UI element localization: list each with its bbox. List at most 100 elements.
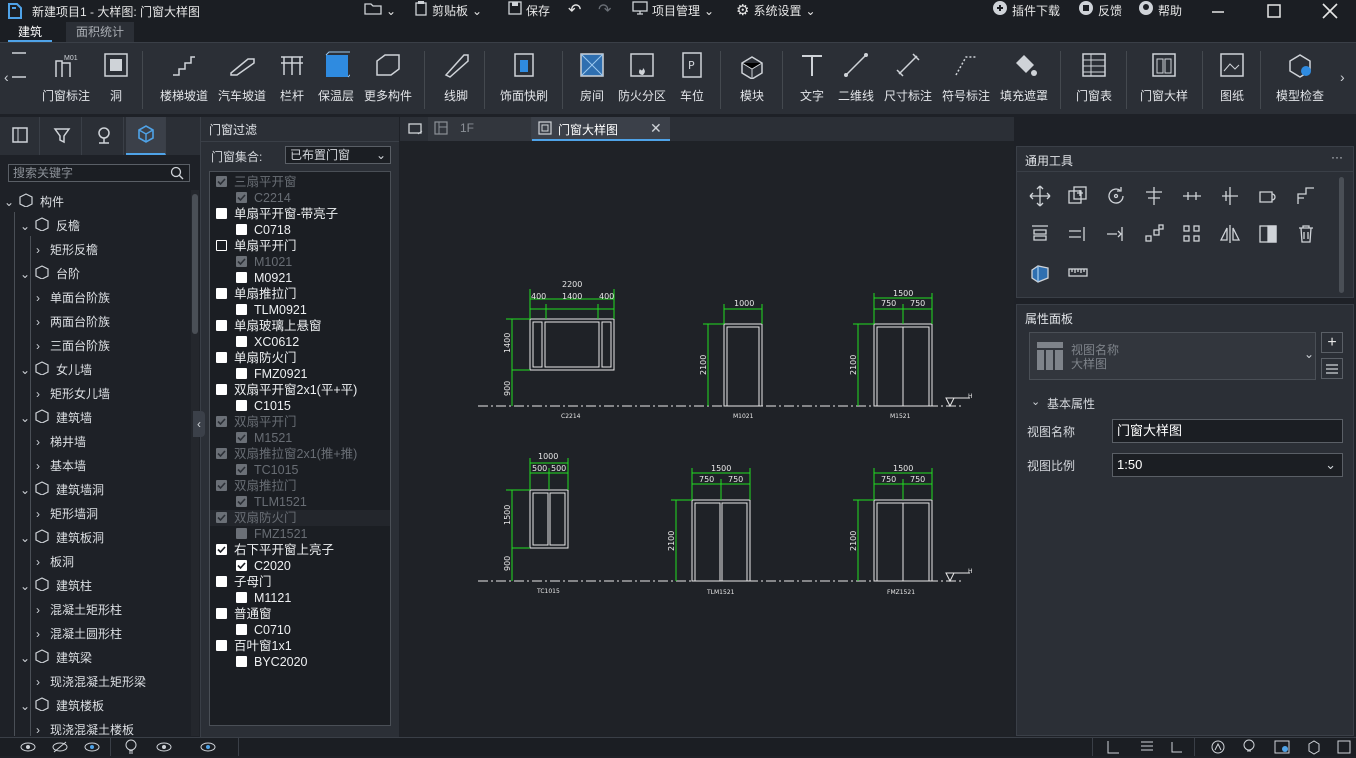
checkbox[interactable] <box>216 448 227 459</box>
chevron-down-icon[interactable]: ⌄ <box>20 358 34 382</box>
checkbox[interactable] <box>216 416 227 427</box>
door-window-code[interactable]: BYC2020 <box>254 654 308 670</box>
basic-properties-section[interactable]: 基本属性 <box>1047 395 1095 412</box>
text-button[interactable]: 文字 <box>796 49 828 111</box>
checkbox[interactable] <box>236 400 247 411</box>
checkbox[interactable] <box>216 288 227 299</box>
delete-icon[interactable] <box>1293 221 1319 247</box>
checkbox[interactable] <box>236 336 247 347</box>
chevron-right-icon[interactable]: › <box>36 334 50 358</box>
chevron-right-icon[interactable]: › <box>36 430 50 454</box>
checkbox[interactable] <box>216 608 227 619</box>
chevron-right-icon[interactable]: › <box>36 622 50 646</box>
tree-leaf[interactable]: › 三面台阶族 <box>36 334 110 358</box>
minimize-button[interactable] <box>1198 0 1238 22</box>
chevron-right-icon[interactable]: › <box>36 310 50 334</box>
align-left-icon[interactable] <box>1141 183 1167 209</box>
chevron-down-icon[interactable]: ⌄ <box>1031 395 1040 408</box>
chevron-down-icon[interactable]: ⌄ <box>20 214 34 238</box>
tree-category[interactable]: ⌄ 建筑柱 <box>20 574 92 598</box>
checkbox[interactable] <box>216 320 227 331</box>
checkbox[interactable] <box>236 496 247 507</box>
clipboard-menu[interactable]: 剪贴板 ⌄ <box>414 0 482 22</box>
tools-scrollbar[interactable] <box>1339 177 1344 293</box>
checkbox[interactable] <box>216 208 227 219</box>
chevron-down-icon[interactable]: ⌄ <box>20 646 34 670</box>
insulation-button[interactable]: 保温层 <box>314 49 358 111</box>
search-icon[interactable] <box>170 166 184 183</box>
help-button[interactable]: 帮助 <box>1138 0 1182 22</box>
rotate-icon[interactable] <box>1103 183 1129 209</box>
checkbox[interactable] <box>236 464 247 475</box>
chevron-down-icon[interactable]: ⌄ <box>20 478 34 502</box>
chevron-right-icon[interactable]: › <box>36 454 50 478</box>
car-ramp-button[interactable]: 汽车坡道 <box>216 49 268 111</box>
chevron-right-icon[interactable]: › <box>36 598 50 622</box>
tree-leaf[interactable]: › 矩形反檐 <box>36 238 98 262</box>
chevron-right-icon[interactable]: › <box>36 670 50 694</box>
door-window-code[interactable]: M1021 <box>254 254 292 270</box>
door-window-code[interactable]: TLM1521 <box>254 494 307 510</box>
checkbox[interactable] <box>216 480 227 491</box>
2d-line-button[interactable]: 二维线 <box>834 49 878 111</box>
door-window-type[interactable]: 双扇防火门 <box>234 510 297 526</box>
tree-leaf[interactable]: › 矩形墙洞 <box>36 502 98 526</box>
split-icon[interactable] <box>1065 221 1091 247</box>
door-window-type[interactable]: 双扇平开门 <box>234 414 297 430</box>
dimension-button[interactable]: 尺寸标注 <box>882 49 934 111</box>
checkbox[interactable] <box>236 304 247 315</box>
checkbox[interactable] <box>236 224 247 235</box>
open-folder-button[interactable]: ⌄ <box>364 0 396 22</box>
tree-category[interactable]: ⌄ 建筑墙 <box>20 406 92 430</box>
corner-icon[interactable] <box>1170 740 1184 757</box>
door-window-type[interactable]: 三扇平开窗 <box>234 174 297 190</box>
door-window-type[interactable]: 单扇平开门 <box>234 238 297 254</box>
door-window-code[interactable]: XC0612 <box>254 334 299 350</box>
checkbox[interactable] <box>236 528 247 539</box>
tree-leaf[interactable]: › 单面台阶族 <box>36 286 110 310</box>
align-top-icon[interactable] <box>1027 221 1053 247</box>
measure-icon[interactable] <box>1065 259 1091 285</box>
door-window-type[interactable]: 单扇平开窗-带亮子 <box>234 206 338 222</box>
isolate-icon[interactable] <box>84 740 100 757</box>
more-components-button[interactable]: 更多构件 <box>362 49 414 111</box>
tree-leaf[interactable]: › 矩形女儿墙 <box>36 382 110 406</box>
plugin-download-button[interactable]: 插件下载 <box>992 0 1060 22</box>
align-right-icon[interactable] <box>1217 183 1243 209</box>
parking-button[interactable]: P 车位 <box>676 49 708 111</box>
panel-icon[interactable] <box>1336 739 1352 758</box>
close-button[interactable] <box>1310 0 1350 22</box>
tab-architecture[interactable]: 建筑 <box>8 22 53 42</box>
door-window-type[interactable]: 单扇推拉门 <box>234 286 297 302</box>
room-button[interactable]: 房间 <box>576 49 608 111</box>
view-name-input[interactable]: 门窗大样图 <box>1112 419 1343 443</box>
hide-icon[interactable] <box>52 740 68 757</box>
door-window-code[interactable]: M1521 <box>254 430 292 446</box>
drawing-sheet-button[interactable]: 图纸 <box>1216 49 1248 111</box>
checkbox[interactable] <box>236 432 247 443</box>
stair-ramp-button[interactable]: 楼梯坡道 <box>158 49 210 111</box>
view-switch-icon[interactable] <box>408 122 424 139</box>
finish-brush-button[interactable]: 饰面快刷 <box>498 49 550 111</box>
bulb-icon[interactable] <box>124 739 138 758</box>
door-window-code[interactable]: TLM0921 <box>254 302 307 318</box>
box-icon[interactable] <box>1306 739 1322 758</box>
checkbox[interactable] <box>216 176 227 187</box>
view-scale-select[interactable]: 1:50 ⌄ <box>1112 453 1343 477</box>
tree-leaf[interactable]: › 混凝土圆形柱 <box>36 622 122 646</box>
door-window-code[interactable]: C1015 <box>254 398 291 414</box>
system-settings-menu[interactable]: ⚙ 系统设置 ⌄ <box>736 0 816 22</box>
lightbulb-icon[interactable] <box>1242 739 1256 758</box>
settings-sliders-icon[interactable] <box>1321 358 1343 379</box>
chevron-down-icon[interactable]: ⌄ <box>4 190 18 214</box>
replace-icon[interactable] <box>1255 221 1281 247</box>
door-window-type[interactable]: 双扇推拉门 <box>234 478 297 494</box>
grid-array-icon[interactable] <box>1179 221 1205 247</box>
view-type-selector[interactable]: 视图名称 大样图 ⌄ <box>1029 332 1316 380</box>
checkbox[interactable] <box>216 512 227 523</box>
door-window-type[interactable]: 双扇推拉窗2x1(推+推) <box>234 446 357 462</box>
tree-leaf[interactable]: › 板洞 <box>36 550 74 574</box>
align-center-icon[interactable] <box>1179 183 1205 209</box>
door-window-table-button[interactable]: 门窗表 <box>1074 49 1114 111</box>
door-window-code[interactable]: C0710 <box>254 622 291 638</box>
